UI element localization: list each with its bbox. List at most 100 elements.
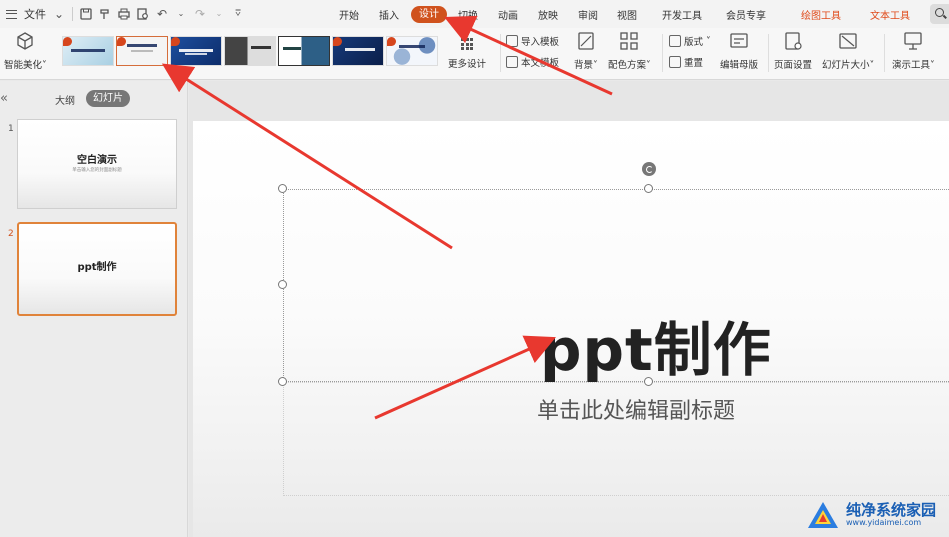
color-scheme-button[interactable]: 配色方案˅ <box>608 30 651 71</box>
print-preview-icon[interactable] <box>137 8 149 20</box>
chevron-down-icon[interactable]: ⌄ <box>175 8 187 20</box>
edit-master-label: 编辑母版 <box>720 60 759 71</box>
background-label: 背景 <box>574 60 594 71</box>
thumb-line <box>251 46 271 49</box>
template-thumb[interactable] <box>170 36 222 66</box>
dropdown-indicator: ˅ <box>706 35 711 47</box>
template-thumb[interactable] <box>62 36 114 66</box>
presentation-tools-button[interactable]: 演示工具˅ <box>892 30 935 71</box>
tab-developer[interactable]: 开发工具 <box>662 7 702 22</box>
template-badge-icon <box>333 37 342 46</box>
template-thumb[interactable] <box>332 36 384 66</box>
design-ribbon: 智能美化˅ 更多设计 导入模板 本文模板 背景˅ 配色方案˅ 版式 ˅ 重置 编… <box>0 28 949 80</box>
reset-label: 重置 <box>684 58 704 69</box>
divider <box>662 34 663 72</box>
tab-transitions[interactable]: 切换 <box>458 7 478 22</box>
divider <box>768 34 769 72</box>
layout-button[interactable]: 版式 ˅ <box>669 33 711 49</box>
search-icon[interactable] <box>930 4 949 24</box>
color-scheme-label: 配色方案 <box>608 60 647 71</box>
reset-button[interactable]: 重置 <box>669 54 703 70</box>
tab-slides[interactable]: 幻灯片 <box>86 90 130 107</box>
tab-slideshow[interactable]: 放映 <box>538 7 558 22</box>
thumb-line <box>179 49 213 52</box>
divider <box>884 34 885 72</box>
slide-thumbnail-1[interactable]: 空白演示 单击输入您的封面副标题 <box>17 119 177 209</box>
dropdown-indicator: ˅ <box>930 60 935 71</box>
more-design-button[interactable]: 更多设计 <box>448 36 486 70</box>
presentation-tools-label: 演示工具 <box>892 60 931 71</box>
tab-home[interactable]: 开始 <box>339 7 359 22</box>
customize-icon[interactable]: ⩢ <box>232 8 244 20</box>
chevron-down-icon[interactable]: ⌄ <box>53 8 65 20</box>
slide-number: 1 <box>8 124 14 134</box>
smart-beautify-button[interactable]: 智能美化˅ <box>4 30 47 71</box>
print-icon[interactable] <box>118 8 130 20</box>
tab-view[interactable]: 视图 <box>617 7 637 22</box>
import-template-button[interactable]: 导入模板 <box>506 33 559 49</box>
template-badge-icon <box>117 37 126 46</box>
tab-insert[interactable]: 插入 <box>379 7 399 22</box>
template-thumb-selected[interactable] <box>116 36 168 66</box>
template-thumb[interactable] <box>278 36 330 66</box>
page-setup-button[interactable]: 页面设置 <box>774 30 812 71</box>
grid-icon <box>461 38 473 50</box>
slide-panel: « 大纲 幻灯片 1 空白演示 单击输入您的封面副标题 2 ppt制作 <box>0 81 188 537</box>
chevron-down-icon[interactable]: ⌄ <box>213 8 225 20</box>
presentation-icon <box>904 32 923 50</box>
slide-thumbnail-2[interactable]: ppt制作 <box>17 222 177 316</box>
collapse-panel-icon[interactable]: « <box>0 91 8 106</box>
background-button[interactable]: 背景˅ <box>574 30 598 71</box>
template-icon <box>506 56 518 68</box>
layout-icon <box>669 35 681 47</box>
tab-drawing-tools[interactable]: 绘图工具 <box>801 7 841 22</box>
edit-master-button[interactable]: 编辑母版 <box>720 30 758 71</box>
slide-thumbnail-title: 空白演示 <box>77 155 117 166</box>
template-badge-icon <box>387 37 396 46</box>
thumb-line <box>71 49 105 52</box>
page-setup-label: 页面设置 <box>774 60 813 71</box>
import-template-label: 导入模板 <box>521 37 560 48</box>
tab-design[interactable]: 设计 <box>411 6 447 23</box>
menu-icon[interactable] <box>6 9 17 19</box>
format-painter-icon[interactable] <box>99 8 111 20</box>
template-thumb[interactable] <box>386 36 438 66</box>
palette-icon <box>620 32 639 50</box>
more-design-label: 更多设计 <box>448 59 487 70</box>
quick-access-toolbar: 文件 ⌄ ↶ ⌄ ↷ ⌄ ⩢ <box>6 5 244 23</box>
undo-icon[interactable]: ↶ <box>156 8 168 20</box>
background-icon <box>578 32 594 50</box>
template-thumb[interactable] <box>224 36 276 66</box>
rotate-handle-icon[interactable] <box>642 162 656 176</box>
slide-title[interactable]: ppt制作 <box>540 303 772 387</box>
tab-member[interactable]: 会员专享 <box>726 7 766 22</box>
this-template-label: 本文模板 <box>521 58 560 69</box>
this-template-button[interactable]: 本文模板 <box>506 54 559 70</box>
tab-review[interactable]: 审阅 <box>578 7 598 22</box>
dropdown-indicator: ˅ <box>646 60 651 71</box>
watermark-name: 纯净系统家园 <box>846 501 937 519</box>
tab-animations[interactable]: 动画 <box>498 7 518 22</box>
tab-outline[interactable]: 大纲 <box>55 92 75 107</box>
slide-size-button[interactable]: 幻灯片大小˅ <box>822 30 874 71</box>
slide-subtitle-placeholder[interactable]: 单击此处编辑副标题 <box>537 393 735 425</box>
thumb-line <box>185 53 207 55</box>
watermark: 纯净系统家园 www.yidaimei.com <box>806 500 936 530</box>
page-setup-icon <box>785 32 802 50</box>
resize-handle[interactable] <box>644 184 653 193</box>
tab-text-tools[interactable]: 文本工具 <box>870 7 910 22</box>
dropdown-indicator: ˅ <box>869 60 875 71</box>
thumb-line <box>345 48 375 51</box>
layout-label: 版式 <box>684 37 704 48</box>
smart-beautify-label: 智能美化 <box>4 60 43 71</box>
slide-size-label: 幻灯片大小 <box>822 60 870 71</box>
save-icon[interactable] <box>80 8 92 20</box>
slide-size-icon <box>839 33 857 49</box>
resize-handle[interactable] <box>278 280 287 289</box>
resize-handle[interactable] <box>278 184 287 193</box>
resize-handle[interactable] <box>278 377 287 386</box>
file-menu[interactable]: 文件 <box>24 6 46 22</box>
import-icon <box>506 35 518 47</box>
reset-icon <box>669 56 681 68</box>
redo-icon[interactable]: ↷ <box>194 8 206 20</box>
